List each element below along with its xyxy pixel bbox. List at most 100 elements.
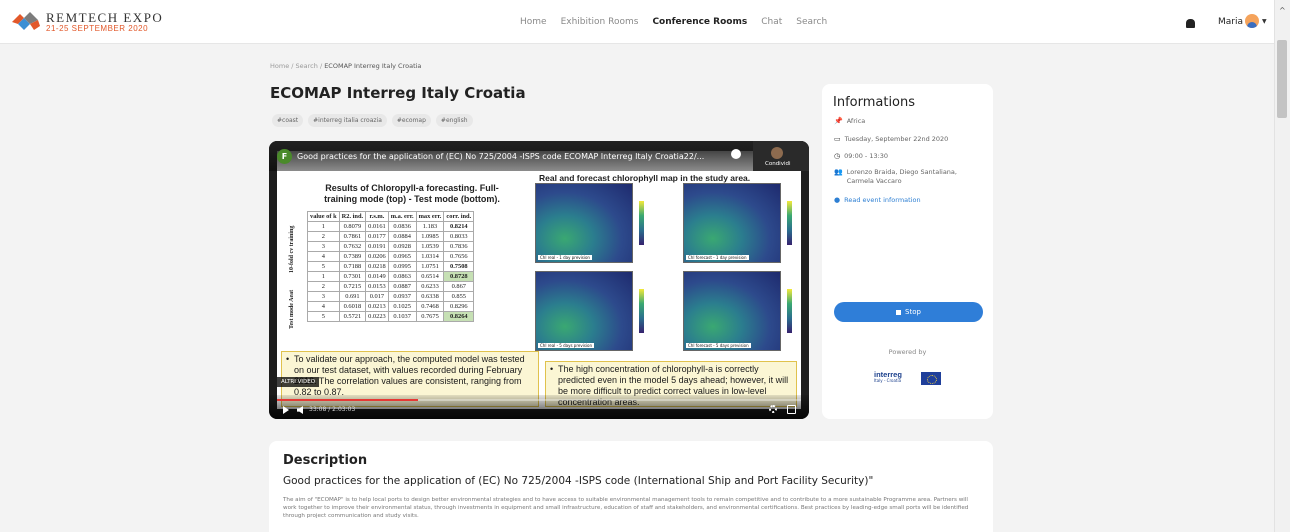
table-cell: 0.0884 (387, 231, 417, 242)
colorbar (639, 201, 644, 245)
clock-icon: ◷ (834, 152, 841, 160)
nav-search[interactable]: Search (796, 17, 827, 27)
col-header: max err. (415, 211, 445, 222)
stop-button[interactable]: Stop (834, 302, 983, 322)
table-cell: 0.0161 (365, 221, 389, 232)
table-cell: 0.8296 (443, 301, 475, 312)
gear-icon[interactable] (769, 405, 777, 413)
nav-conference-rooms[interactable]: Conference Rooms (652, 17, 747, 27)
breadcrumb-home[interactable]: Home (270, 62, 289, 70)
table-cell: 0.017 (365, 291, 389, 302)
interreg-logo[interactable]: interreg Italy - Croatia (874, 370, 944, 386)
presentation-slide: Results of Chloropyll-a forecasting. Ful… (277, 151, 801, 409)
colorbar (639, 289, 644, 333)
info-speakers-text: Lorenzo Braida, Diego Santaliana, Carmel… (846, 168, 957, 185)
user-name[interactable]: Maria (1218, 17, 1243, 27)
nav-chat[interactable]: Chat (761, 17, 782, 27)
tag-chip[interactable]: #ecomap (391, 114, 431, 127)
group-label-test: Test mode Aeat (289, 289, 295, 329)
chevron-up-icon[interactable]: ^ (1279, 6, 1286, 15)
table-cell: 0.7301 (338, 271, 367, 282)
video-progress-bar[interactable] (277, 399, 801, 401)
table-cell: 0.0995 (387, 261, 417, 272)
scrollbar-thumb[interactable] (1277, 40, 1287, 118)
description-heading: Description (283, 453, 368, 468)
users-icon: 👥 (834, 168, 843, 176)
breadcrumb-current: ECOMAP Interreg Italy Croatia (324, 62, 422, 70)
fullscreen-icon[interactable] (787, 405, 796, 414)
description-subtitle: Good practices for the application of (E… (283, 475, 874, 487)
map-caption: Chl real - 1 day prevision (538, 255, 592, 260)
table-row: 1 0.8079 0.0161 0.0836 1.183 0.8214 (307, 221, 475, 232)
table-cell: 1 (307, 271, 340, 282)
more-videos-button[interactable]: ALTRI VIDEO (277, 377, 320, 387)
table-row: 1 0.7301 0.0149 0.0863 0.6514 0.8728 (307, 271, 475, 282)
share-label[interactable]: Condividi (765, 161, 791, 167)
table-cell: 0.0223 (365, 311, 389, 322)
table-cell: 3 (307, 241, 340, 252)
col-header: m.a. err. (387, 211, 417, 222)
tag-chip[interactable]: #english (435, 114, 473, 127)
table-cell: 0.0937 (387, 291, 417, 302)
col-header: R2. ind. (338, 211, 367, 222)
video-player[interactable]: Results of Chloropyll-a forecasting. Ful… (269, 141, 809, 419)
page-scrollbar[interactable]: ^ (1274, 0, 1290, 532)
play-icon[interactable] (283, 406, 289, 414)
table-cell: 0.5721 (338, 311, 367, 322)
col-header: value of k (307, 211, 340, 222)
table-cell: 0.0177 (365, 231, 389, 242)
description-body: The aim of "ECOMAP" is to help local por… (283, 497, 969, 519)
read-event-info-label[interactable]: Read event information (844, 196, 921, 205)
avatar[interactable] (1245, 14, 1259, 28)
table-cell: 1.183 (415, 221, 445, 232)
nav-exhibition-rooms[interactable]: Exhibition Rooms (561, 17, 639, 27)
table-cell: 0.8728 (443, 271, 475, 282)
map-caption: Chl forecast - 5 days prevision (686, 343, 751, 348)
channel-avatar[interactable]: F (277, 149, 292, 164)
table-cell: 1 (307, 221, 340, 232)
info-time-text: 09:00 - 13:30 (844, 152, 889, 160)
colorbar (787, 289, 792, 333)
table-cell: 2 (307, 281, 340, 292)
table-cell: 0.7836 (443, 241, 475, 252)
info-title: Informations (833, 95, 916, 110)
table-cell: 0.0218 (365, 261, 389, 272)
colorbar (787, 201, 792, 245)
interreg-sub: Italy - Croatia (874, 378, 902, 383)
main-nav: Home Exhibition Rooms Conference Rooms C… (520, 17, 827, 27)
nav-home[interactable]: Home (520, 17, 547, 27)
chevron-down-icon[interactable]: ▼ (1262, 18, 1267, 25)
video-time: 33:08 / 2:03:03 (309, 406, 356, 413)
chlorophyll-map: Chl forecast - 1 day prevision (683, 183, 781, 263)
table-cell: 0.6514 (415, 271, 445, 282)
breadcrumb-search[interactable]: Search (296, 62, 318, 70)
bell-icon[interactable] (1186, 19, 1195, 28)
tag-chip[interactable]: #interreg italia croazia (308, 114, 387, 127)
table-row: 5 0.5721 0.0223 0.1037 0.7675 0.8264 (307, 311, 475, 322)
table-row: 3 0.691 0.017 0.0937 0.6338 0.855 (307, 291, 475, 302)
description-card: Description Good practices for the appli… (269, 441, 993, 532)
tag-chip[interactable]: #coast (272, 114, 304, 127)
table-cell: 0.0206 (365, 251, 389, 262)
tag-list: #coast #interreg italia croazia #ecomap … (272, 114, 473, 127)
table-cell: 1.0751 (415, 261, 445, 272)
remtech-logo[interactable]: REMTECH EXPO 21-25 SEPTEMBER 2020 (10, 11, 163, 33)
table-cell: 0.7656 (443, 251, 475, 262)
table-cell: 0.855 (443, 291, 475, 302)
share-icon[interactable] (731, 149, 741, 159)
map-caption: Chl real - 5 days prevision (538, 343, 595, 348)
table-cell: 1.0539 (415, 241, 445, 252)
table-cell: 5 (307, 261, 340, 272)
breadcrumb: Home / Search / ECOMAP Interreg Italy Cr… (270, 62, 422, 70)
interreg-wordmark: interreg Italy - Croatia (874, 371, 918, 385)
table-cell: 0.0149 (365, 271, 389, 282)
table-cell: 0.8079 (338, 221, 367, 232)
table-row: 5 0.7188 0.0218 0.0995 1.0751 0.7508 (307, 261, 475, 272)
table-cell: 0.8214 (443, 221, 475, 232)
video-title[interactable]: Good practices for the application of (E… (297, 152, 704, 161)
table-cell: 4 (307, 301, 340, 312)
table-cell: 5 (307, 311, 340, 322)
logo-title: REMTECH EXPO (46, 10, 164, 25)
read-event-info-link[interactable]: ● Read event information (834, 196, 921, 205)
table-header-row: value of k R2. ind. r.s.m. m.a. err. max… (307, 211, 475, 222)
